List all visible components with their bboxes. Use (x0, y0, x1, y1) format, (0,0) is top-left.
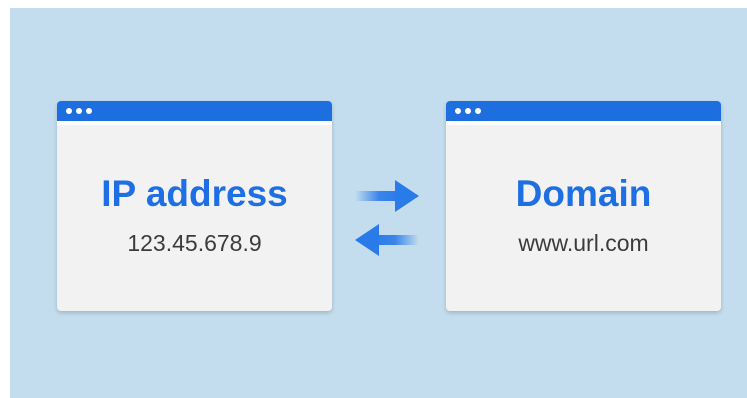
window-dots (455, 108, 481, 114)
domain-value: www.url.com (518, 230, 649, 256)
domain-window: Domain www.url.com (446, 101, 721, 311)
dot-icon (66, 108, 72, 114)
titlebar-divider (446, 121, 721, 125)
dot-icon (475, 108, 481, 114)
dot-icon (76, 108, 82, 114)
arrow-right-icon (355, 180, 419, 212)
arrow-left-icon (355, 224, 419, 256)
window-dots (66, 108, 92, 114)
domain-title: Domain (515, 173, 652, 214)
window-titlebar (57, 101, 332, 121)
ip-address-window: IP address 123.45.678.9 (57, 101, 332, 311)
ip-address-value: 123.45.678.9 (127, 230, 262, 256)
dot-icon (455, 108, 461, 114)
ip-address-title: IP address (101, 173, 288, 214)
titlebar-divider (57, 121, 332, 125)
dot-icon (465, 108, 471, 114)
exchange-arrows (355, 180, 419, 256)
window-titlebar (446, 101, 721, 121)
dot-icon (86, 108, 92, 114)
diagram-canvas: IP address 123.45.678.9 Domain www.url.c… (10, 8, 747, 398)
